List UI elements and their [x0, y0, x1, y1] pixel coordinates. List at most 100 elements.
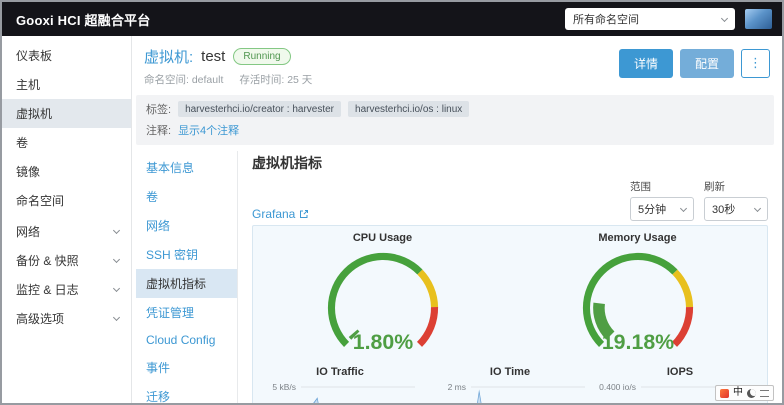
more-actions-button[interactable]: ⋮: [741, 49, 770, 78]
detail-area: 基本信息 卷 网络 SSH 密钥 虚拟机指标 凭证管理 Cloud Config…: [132, 145, 782, 403]
metrics-section-title: 虚拟机指标: [252, 151, 768, 179]
external-link-icon: [299, 209, 309, 219]
chart-title: IOPS: [595, 366, 765, 378]
gauge-value: 1.80%: [352, 330, 413, 354]
y-axis-ticks: 0.400 io/s 0.300 io/s 0.200 io/s: [595, 381, 641, 405]
chevron-down-icon: [754, 204, 761, 211]
y-axis-ticks: 5 kB/s 4 kB/s 3 kB/s: [255, 381, 301, 405]
resource-name: test: [201, 48, 225, 65]
plot-area: [301, 381, 425, 405]
charts-panel: CPU Usage 1.80% Memory Us: [252, 225, 768, 405]
labels-row: 标签: harvesterhci.io/creator : harvester …: [146, 101, 764, 117]
config-button[interactable]: 配置: [680, 49, 734, 78]
tab-cloud-config[interactable]: Cloud Config: [136, 327, 237, 353]
vm-metrics-section: 虚拟机指标 Grafana 范围: [238, 151, 774, 403]
sidebar-item-backup-snapshot[interactable]: 备份 & 快照: [2, 246, 131, 275]
app-title: Gooxi HCI 超融合平台: [16, 10, 150, 29]
sidebar-item-advanced[interactable]: 高级选项: [2, 304, 131, 333]
show-annotations-link[interactable]: 显示4个注释: [178, 122, 239, 138]
range-select[interactable]: 5分钟: [630, 197, 694, 221]
chevron-down-icon: [113, 256, 120, 263]
gauge-value: 19.18%: [601, 330, 673, 354]
annotations-title: 注释:: [146, 122, 171, 138]
resource-type-label: 虚拟机:: [144, 46, 193, 67]
range-control: 范围 5分钟: [630, 179, 694, 221]
metrics-controls: 范围 5分钟 刷新 30秒: [630, 179, 768, 221]
tab-basics[interactable]: 基本信息: [136, 153, 237, 182]
area-chart: [301, 381, 415, 405]
mini-charts-row: IO Traffic 5 kB/s 4 kB/s 3 kB/s: [255, 366, 765, 405]
header-right: 所有命名空间: [565, 8, 772, 30]
refresh-control: 刷新 30秒: [704, 179, 768, 221]
refresh-select[interactable]: 30秒: [704, 197, 768, 221]
refresh-label: 刷新: [704, 179, 768, 194]
chart-title: Memory Usage: [598, 232, 676, 244]
app-window: Gooxi HCI 超融合平台 所有命名空间 仪表板 主机 虚拟机 卷 镜像 命…: [0, 0, 784, 405]
sidebar-item-dashboard[interactable]: 仪表板: [2, 41, 131, 70]
layout: 仪表板 主机 虚拟机 卷 镜像 命名空间 网络 备份 & 快照 监控 & 日志 …: [2, 36, 782, 403]
labels-title: 标签:: [146, 101, 171, 117]
metrics-toolbar: Grafana 范围 5分钟: [252, 179, 768, 225]
menu-icon[interactable]: [760, 390, 769, 397]
area-chart: [471, 381, 585, 405]
main-content: 虚拟机: test Running 命名空间: default 存活时间: 25…: [132, 36, 782, 403]
gauges-row: CPU Usage 1.80% Memory Us: [255, 232, 765, 364]
moon-icon[interactable]: [747, 389, 756, 398]
chart-title: IO Traffic: [255, 366, 425, 378]
range-value: 5分钟: [638, 201, 666, 217]
sidebar-item-virtual-machines[interactable]: 虚拟机: [2, 99, 131, 128]
chevron-down-icon: [113, 285, 120, 292]
resource-meta: 命名空间: default 存活时间: 25 天: [144, 72, 312, 87]
chart-title: CPU Usage: [353, 232, 412, 244]
range-label: 范围: [630, 179, 694, 194]
label-chip: harvesterhci.io/creator : harvester: [178, 101, 341, 117]
ime-toolbar[interactable]: 中: [715, 385, 774, 401]
sidebar-item-namespaces[interactable]: 命名空间: [2, 186, 131, 215]
sidebar-item-monitoring-logs[interactable]: 监控 & 日志: [2, 275, 131, 304]
user-avatar[interactable]: [745, 9, 772, 29]
tab-volumes[interactable]: 卷: [136, 182, 237, 211]
page-title: 虚拟机: test Running: [144, 46, 312, 67]
app-header: Gooxi HCI 超融合平台 所有命名空间: [2, 2, 782, 36]
sidebar-item-networks[interactable]: 网络: [2, 217, 131, 246]
details-button[interactable]: 详情: [619, 49, 673, 78]
refresh-value: 30秒: [712, 201, 735, 217]
memory-usage-gauge: Memory Usage 19.18%: [510, 232, 765, 364]
grafana-link[interactable]: Grafana: [252, 207, 309, 221]
sidebar-item-hosts[interactable]: 主机: [2, 70, 131, 99]
tab-credentials[interactable]: 凭证管理: [136, 298, 237, 327]
tab-networks[interactable]: 网络: [136, 211, 237, 240]
annotations-row: 注释: 显示4个注释: [146, 122, 764, 138]
chevron-down-icon: [113, 227, 120, 234]
tab-ssh-keys[interactable]: SSH 密钥: [136, 240, 237, 269]
y-axis-ticks: 2 ms 1.50 ms 1 ms: [425, 381, 471, 405]
tab-events[interactable]: 事件: [136, 353, 237, 382]
gauge-chart: 1.80%: [294, 244, 472, 364]
ime-language-indicator[interactable]: 中: [733, 388, 743, 398]
chevron-down-icon: [680, 204, 687, 211]
cpu-usage-gauge: CPU Usage 1.80%: [255, 232, 510, 364]
tab-migration[interactable]: 迁移: [136, 382, 237, 405]
namespace-filter-select[interactable]: 所有命名空间: [565, 8, 735, 30]
namespace-meta: 命名空间: default: [144, 72, 223, 87]
status-badge: Running: [233, 48, 290, 65]
plot-area: [471, 381, 595, 405]
gauge-chart: 19.18%: [549, 244, 727, 364]
sidebar: 仪表板 主机 虚拟机 卷 镜像 命名空间 网络 备份 & 快照 监控 & 日志 …: [2, 36, 132, 403]
labels-annotations-band: 标签: harvesterhci.io/creator : harvester …: [136, 95, 774, 145]
page-actions: 详情 配置 ⋮: [619, 49, 770, 78]
detail-tabs: 基本信息 卷 网络 SSH 密钥 虚拟机指标 凭证管理 Cloud Config…: [136, 151, 238, 403]
grafana-link-label: Grafana: [252, 207, 295, 221]
namespace-filter-value: 所有命名空间: [573, 11, 639, 27]
io-time-chart: IO Time 2 ms 1.50 ms 1 ms: [425, 366, 595, 405]
io-traffic-chart: IO Traffic 5 kB/s 4 kB/s 3 kB/s: [255, 366, 425, 405]
sidebar-item-volumes[interactable]: 卷: [2, 128, 131, 157]
page-title-block: 虚拟机: test Running 命名空间: default 存活时间: 25…: [144, 46, 312, 87]
label-chip: harvesterhci.io/os : linux: [348, 101, 469, 117]
ime-logo-icon[interactable]: [720, 389, 729, 398]
chevron-down-icon: [721, 14, 728, 21]
tab-vm-metrics[interactable]: 虚拟机指标: [136, 269, 237, 298]
page-head: 虚拟机: test Running 命名空间: default 存活时间: 25…: [132, 36, 782, 91]
sidebar-item-images[interactable]: 镜像: [2, 157, 131, 186]
chevron-down-icon: [113, 314, 120, 321]
